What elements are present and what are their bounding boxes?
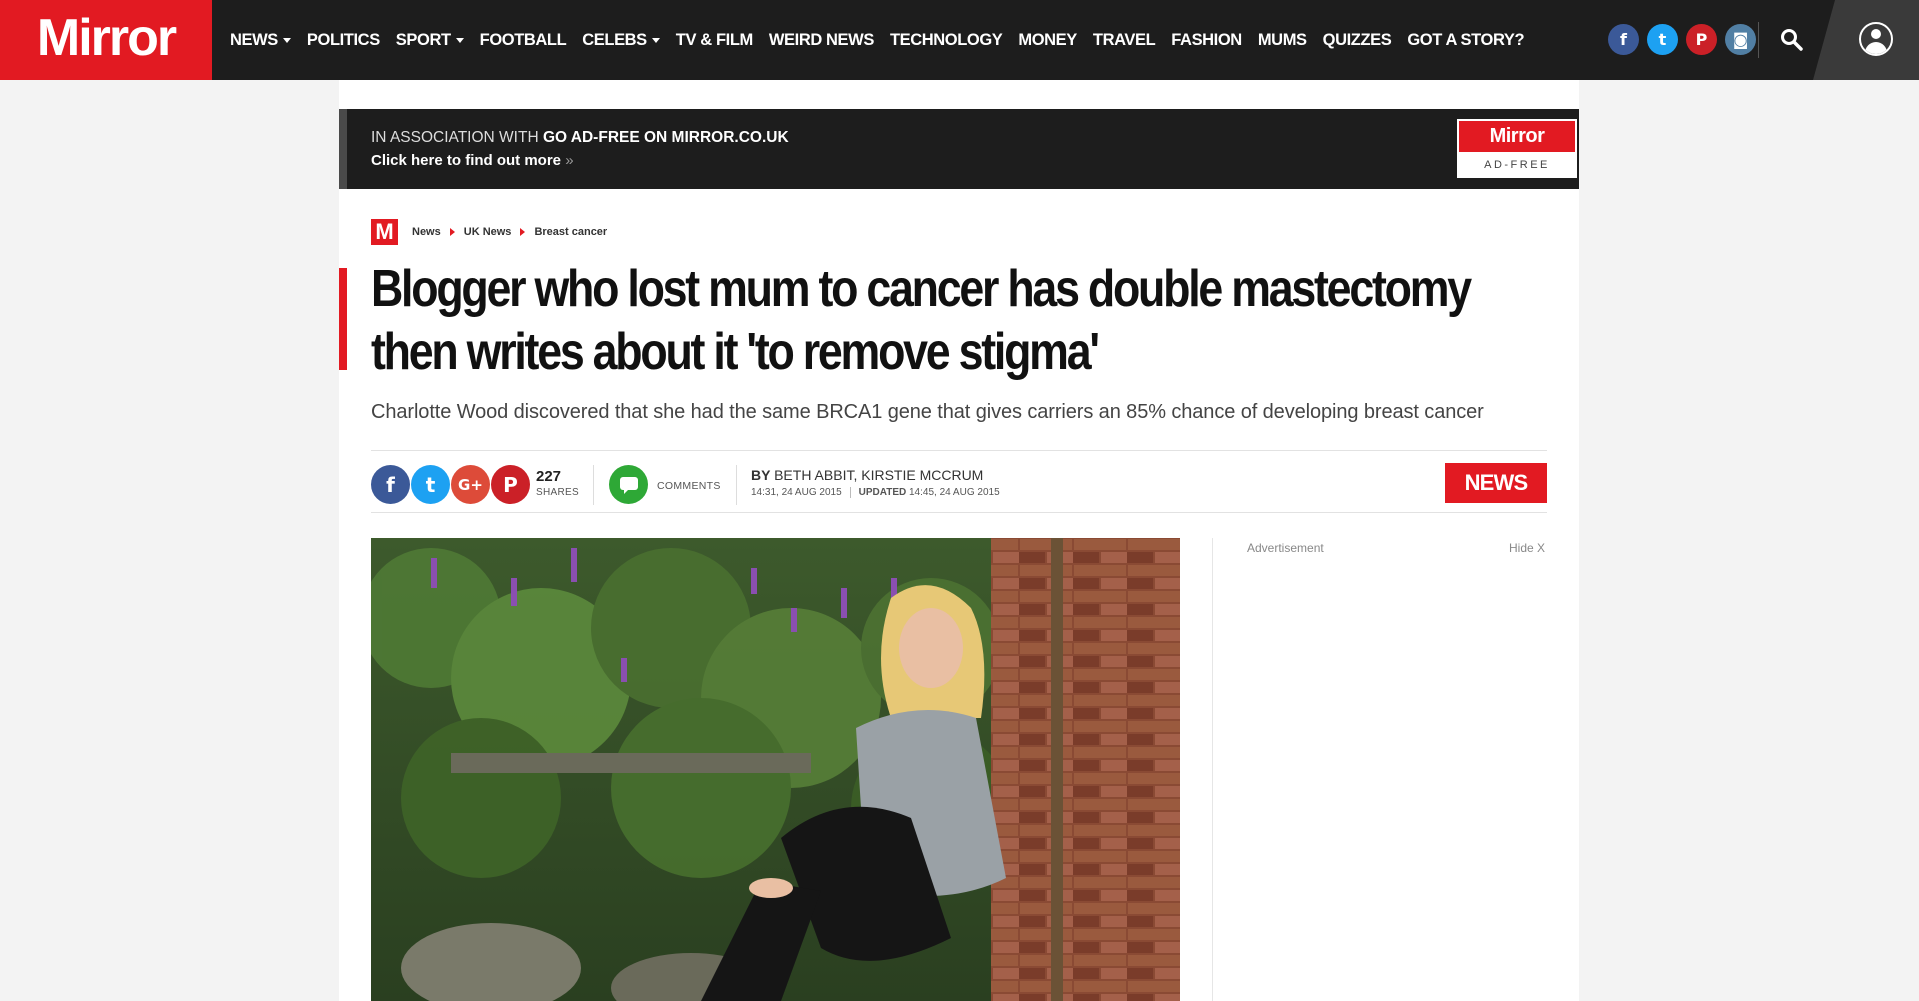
nav-item-quizzes[interactable]: QUIZZES	[1323, 31, 1392, 50]
share-buttons: f t G+ P	[371, 465, 531, 504]
top-navigation-bar: Mirror NEWS POLITICS SPORT FOOTBALL CELEBS TV…	[0, 0, 1919, 80]
nav-item-label: NEWS	[230, 30, 278, 49]
nav-item-label: TRAVEL	[1092, 30, 1156, 49]
ad-free-badge-label: AD-FREE	[1484, 159, 1550, 171]
chevron-down-icon	[455, 37, 464, 43]
user-account-icon[interactable]	[1859, 22, 1893, 56]
nav-item-fashion[interactable]: FASHION	[1171, 31, 1242, 50]
advertisement-label: Advertisement	[1247, 541, 1324, 555]
social-links: f t P ◙	[1608, 24, 1756, 55]
facebook-icon[interactable]: f	[1608, 24, 1639, 55]
updated-time: 14:45, 24 AUG 2015	[909, 487, 1000, 498]
article-headline: Blogger who lost mum to cancer has doubl…	[371, 258, 1541, 384]
nav-item-label: TECHNOLOGY	[889, 30, 1003, 49]
share-count-label: SHARES	[536, 487, 579, 498]
breadcrumb-item-breast-cancer[interactable]: Breast cancer	[534, 226, 607, 238]
breadcrumb-arrow-icon	[449, 228, 455, 236]
share-count: 227	[536, 468, 562, 485]
divider	[371, 450, 1547, 451]
nav-item-label: CELEBS	[582, 30, 647, 49]
ad-free-badge-logo: Mirror	[1459, 121, 1575, 152]
header-divider	[1758, 22, 1759, 58]
divider	[371, 512, 1547, 513]
article-container: IN ASSOCIATION WITH GO AD-FREE ON MIRROR…	[339, 80, 1579, 1001]
nav-item-label: GOT A STORY?	[1407, 30, 1525, 49]
nav-item-label: MONEY	[1018, 30, 1077, 49]
published-time: 14:31, 24 AUG 2015	[751, 487, 842, 498]
breadcrumb: M News UK News Breast cancer	[371, 219, 607, 245]
nav-item-label: WEIRD NEWS	[768, 30, 874, 49]
nav-item-sport[interactable]: SPORT	[396, 31, 464, 50]
chevron-down-icon	[651, 37, 660, 43]
mirror-ad-free-badge[interactable]: Mirror AD-FREE	[1457, 119, 1577, 178]
nav-item-label: FOOTBALL	[479, 30, 567, 49]
updated-label: UPDATED	[849, 487, 907, 498]
divider	[736, 465, 737, 505]
breadcrumb-arrow-icon	[520, 228, 526, 236]
nav-item-weird-news[interactable]: WEIRD NEWS	[769, 31, 874, 50]
googleplus-share-icon[interactable]: G+	[451, 465, 490, 504]
mirror-logo[interactable]: Mirror	[0, 0, 212, 80]
chevron-down-icon	[282, 37, 291, 43]
breadcrumb-item-news[interactable]: News	[412, 226, 441, 238]
nav-item-label: SPORT	[395, 30, 451, 49]
facebook-share-icon[interactable]: f	[371, 465, 410, 504]
ad-free-promo-link[interactable]: Click here to find out more »	[371, 152, 574, 169]
nav-item-label: QUIZZES	[1322, 30, 1392, 49]
nav-item-got-a-story[interactable]: GOT A STORY?	[1407, 31, 1524, 50]
pinterest-icon[interactable]: P	[1686, 24, 1717, 55]
breadcrumb-item-uk-news[interactable]: UK News	[464, 226, 512, 238]
section-tag-news[interactable]: NEWS	[1445, 463, 1547, 503]
nav-item-tv-film[interactable]: TV & FILM	[676, 31, 753, 50]
twitter-share-icon[interactable]: t	[411, 465, 450, 504]
ad-free-promo-banner[interactable]: IN ASSOCIATION WITH GO AD-FREE ON MIRROR…	[339, 109, 1579, 189]
article-dates: 14:31, 24 AUG 2015 UPDATED 14:45, 24 AUG …	[751, 487, 1000, 498]
nav-item-label: MUMS	[1257, 30, 1307, 49]
headline-line-2: then writes about it 'to remove stigma'	[371, 323, 1100, 381]
nav-item-travel[interactable]: TRAVEL	[1092, 30, 1156, 50]
nav-item-politics[interactable]: POLITICS	[307, 31, 380, 50]
comments-link[interactable]: COMMENTS	[657, 480, 721, 492]
search-icon[interactable]	[1780, 28, 1804, 57]
nav-item-news[interactable]: NEWS	[230, 31, 291, 50]
main-nav: NEWS POLITICS SPORT FOOTBALL CELEBS TV & FILM…	[230, 0, 1540, 80]
pinterest-share-icon[interactable]: P	[491, 465, 530, 504]
nav-item-label: FASHION	[1171, 30, 1242, 49]
nav-item-mums[interactable]: MUMS	[1258, 31, 1307, 50]
headline-accent-bar	[339, 268, 347, 370]
headline-line-1: Blogger who lost mum to cancer has doubl…	[371, 260, 1472, 318]
byline-authors[interactable]: BETH ABBIT, KIRSTIE MCCRUM	[774, 467, 983, 483]
mirror-m-logo[interactable]: M	[371, 219, 398, 245]
nav-item-technology[interactable]: TECHNOLOGY	[889, 30, 1003, 50]
nav-item-football[interactable]: FOOTBALL	[480, 31, 567, 50]
article-byline: BY BETH ABBIT, KIRSTIE MCCRUM	[751, 467, 984, 483]
article-hero-image[interactable]	[371, 538, 1180, 1001]
comments-icon[interactable]	[609, 465, 648, 504]
sidebar-divider	[1212, 538, 1213, 1001]
nav-item-money[interactable]: MONEY	[1018, 31, 1077, 50]
nav-item-label: TV & FILM	[675, 30, 753, 49]
article-standfirst: Charlotte Wood discovered that she had t…	[371, 401, 1484, 423]
divider	[593, 465, 594, 505]
nav-item-label: POLITICS	[306, 30, 380, 49]
ad-free-promo-text: IN ASSOCIATION WITH GO AD-FREE ON MIRROR…	[371, 129, 789, 146]
hide-ad-button[interactable]: Hide X	[1509, 541, 1545, 555]
nav-item-celebs[interactable]: CELEBS	[582, 31, 660, 50]
instagram-icon[interactable]: ◙	[1725, 24, 1756, 55]
twitter-icon[interactable]: t	[1647, 24, 1678, 55]
